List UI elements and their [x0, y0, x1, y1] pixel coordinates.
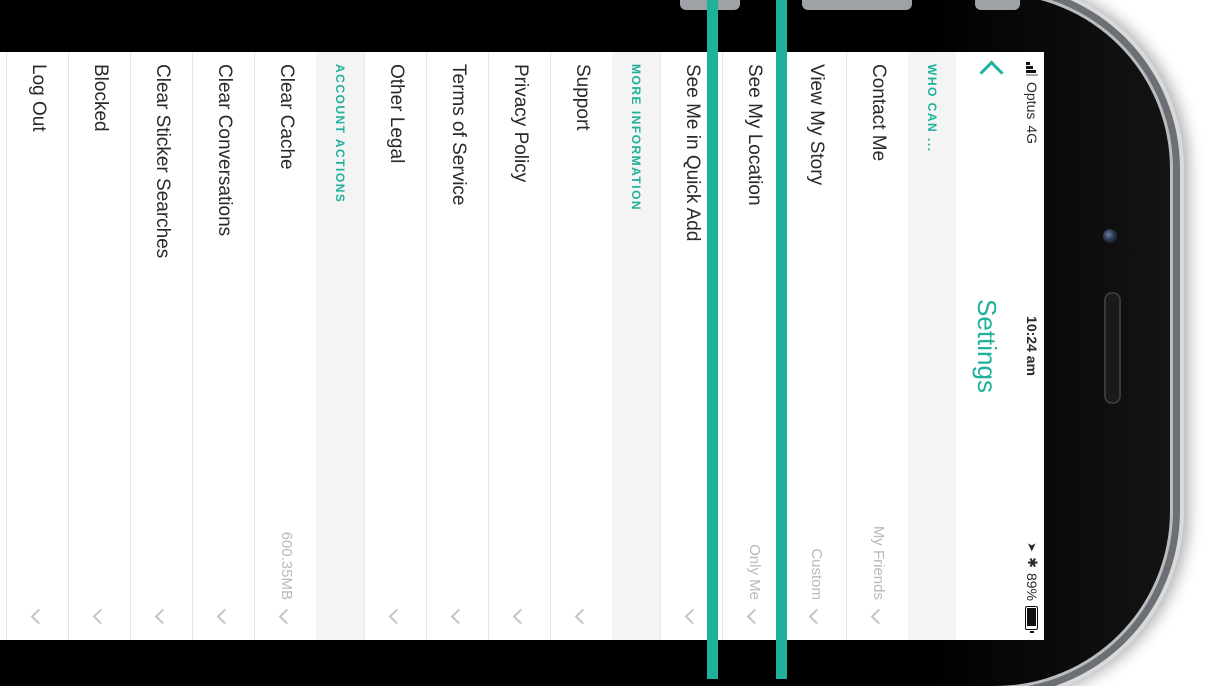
row-label: Log Out: [28, 64, 49, 132]
row-privacy-policy[interactable]: Privacy Policy: [488, 52, 550, 640]
row-label: See Me in Quick Add: [682, 64, 703, 242]
bluetooth-icon: ✱: [1025, 557, 1040, 568]
status-bar: Optus 4G 10:24 am ➤ ✱ 89%: [1020, 52, 1044, 640]
section-header-more-information: MORE INFORMATION: [612, 52, 660, 640]
page-title: Settings: [972, 299, 1002, 393]
row-label: See My Location: [744, 64, 765, 206]
row-other-legal[interactable]: Other Legal: [364, 52, 426, 640]
chevron-right-icon: [278, 608, 295, 625]
chevron-right-icon: [808, 608, 825, 625]
section-header-who-can: WHO CAN ...: [908, 52, 956, 640]
row-label: Privacy Policy: [510, 64, 531, 183]
row-support[interactable]: Support: [550, 52, 612, 640]
chevron-right-icon: [92, 608, 109, 625]
row-clear-sticker-searches[interactable]: Clear Sticker Searches: [130, 52, 192, 640]
row-label: Support: [572, 64, 593, 131]
location-arrow-icon: ➤: [1025, 542, 1039, 553]
battery-icon: [1025, 606, 1039, 633]
navigation-bar: Settings: [956, 52, 1020, 640]
row-value: My Friends: [870, 525, 887, 600]
chevron-right-icon: [154, 608, 171, 625]
front-camera: [1103, 229, 1117, 243]
highlight-bar: [707, 0, 718, 679]
row-value: Custom: [808, 548, 825, 600]
row-value: 600.35MB: [278, 531, 295, 600]
row-view-my-story[interactable]: View My Story Custom: [784, 52, 846, 640]
row-blocked[interactable]: Blocked: [68, 52, 130, 640]
chevron-right-icon: [574, 608, 591, 625]
row-contact-me[interactable]: Contact Me My Friends: [846, 52, 908, 640]
row-terms-of-service[interactable]: Terms of Service: [426, 52, 488, 640]
row-label: Contact Me: [868, 64, 889, 162]
highlight-bar: [776, 0, 787, 679]
row-label: Clear Conversations: [214, 64, 235, 237]
settings-list: WHO CAN ... Contact Me My Friends View M…: [6, 52, 956, 640]
row-log-out[interactable]: Log Out: [6, 52, 68, 640]
row-clear-cache[interactable]: Clear Cache 600.35MB: [254, 52, 316, 640]
row-label: Clear Cache: [276, 64, 297, 170]
settings-screen: Optus 4G 10:24 am ➤ ✱ 89% Settings WHO C…: [0, 52, 1044, 640]
row-see-my-location[interactable]: See My Location Only Me: [722, 52, 784, 640]
battery-percent: 89%: [1024, 572, 1040, 601]
volume-button: [802, 0, 912, 10]
row-value: Only Me: [746, 544, 763, 600]
chevron-right-icon: [512, 608, 529, 625]
chevron-right-icon: [684, 608, 701, 625]
phone-screen: Optus 4G 10:24 am ➤ ✱ 89% Settings WHO C…: [0, 52, 1044, 640]
chevron-right-icon: [746, 608, 763, 625]
chevron-right-icon: [216, 608, 233, 625]
row-label: Terms of Service: [448, 64, 469, 206]
earpiece-speaker: [1104, 292, 1121, 404]
section-header-account-actions: ACCOUNT ACTIONS: [316, 52, 364, 640]
row-clear-conversations[interactable]: Clear Conversations: [192, 52, 254, 640]
row-label: View My Story: [806, 64, 827, 186]
mute-switch: [975, 0, 1020, 10]
row-label: Blocked: [90, 64, 111, 132]
row-label: Other Legal: [386, 64, 407, 164]
chevron-right-icon: [870, 608, 887, 625]
row-label: Clear Sticker Searches: [152, 64, 173, 259]
chevron-right-icon: [30, 608, 47, 625]
chevron-right-icon: [450, 608, 467, 625]
chevron-right-icon: [388, 608, 405, 625]
